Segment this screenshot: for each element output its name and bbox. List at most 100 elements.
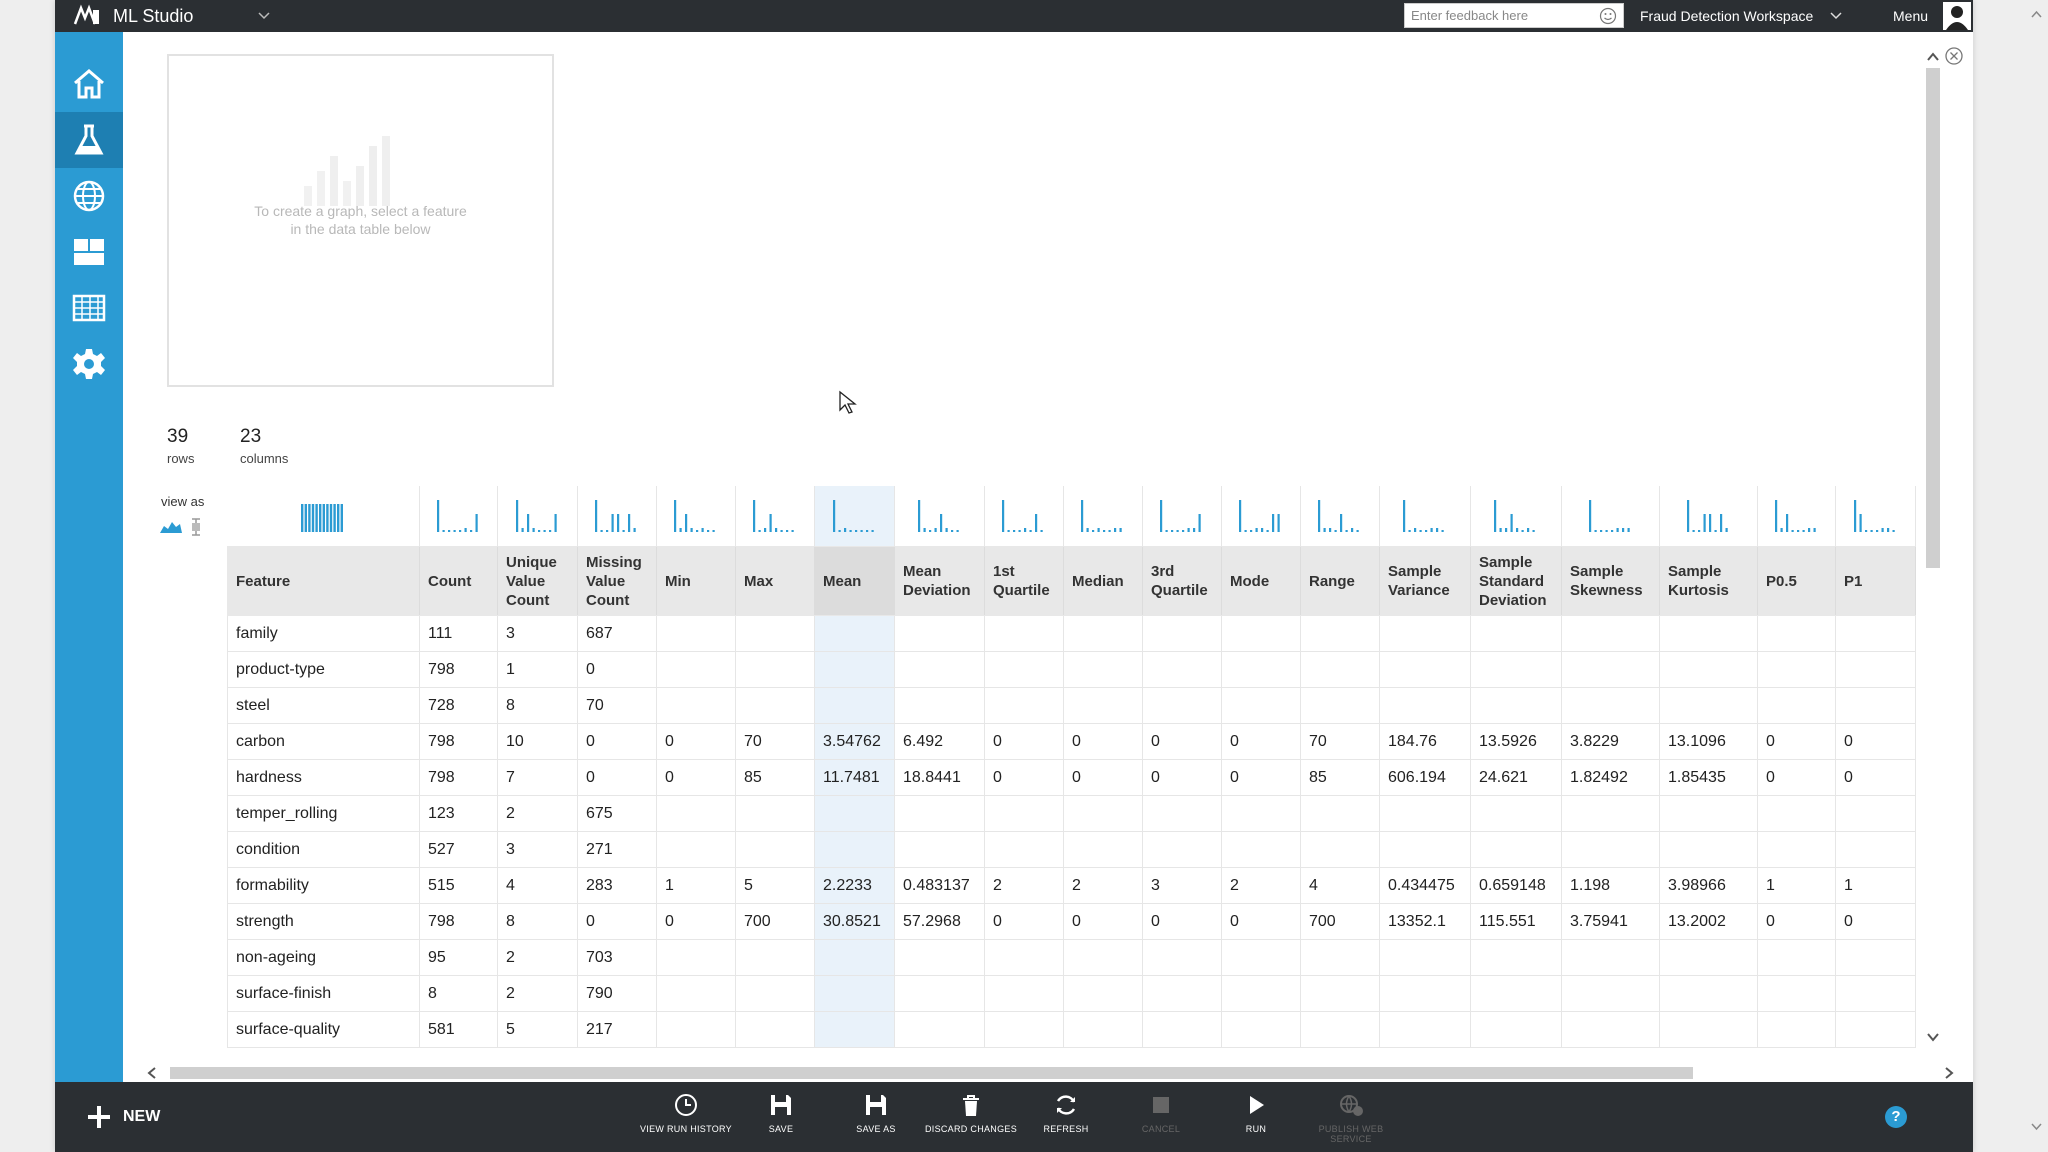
table-cell[interactable]: 0 [1835,723,1916,760]
table-cell[interactable] [1221,795,1301,832]
table-cell[interactable]: 0 [577,903,657,940]
table-cell[interactable] [1470,687,1562,724]
table-cell[interactable]: 1 [656,867,736,904]
table-cell[interactable] [1142,831,1222,868]
scroll-right-icon[interactable] [1942,1066,1956,1080]
column-header[interactable]: 1st Quartile [984,546,1064,616]
table-cell[interactable] [894,795,985,832]
feature-name-cell[interactable]: strength [227,903,420,940]
table-cell[interactable] [1835,939,1916,976]
table-cell[interactable]: 18.8441 [894,759,985,796]
table-cell[interactable]: 798 [419,903,498,940]
table-cell[interactable]: 606.194 [1379,759,1471,796]
table-cell[interactable] [894,939,985,976]
table-cell[interactable] [1063,975,1143,1012]
table-cell[interactable]: 790 [577,975,657,1012]
chevron-down-icon[interactable] [255,6,273,24]
table-cell[interactable] [814,939,895,976]
table-cell[interactable] [1561,975,1660,1012]
table-cell[interactable]: 123 [419,795,498,832]
horizontal-scroll-thumb[interactable] [170,1067,1693,1079]
table-cell[interactable]: 3.8229 [1561,723,1660,760]
table-cell[interactable] [1221,1011,1301,1048]
column-header[interactable]: P0.5 [1757,546,1836,616]
histogram-thumbnail[interactable] [227,486,420,547]
boxplot-view-icon[interactable] [189,518,203,536]
table-cell[interactable] [984,1011,1064,1048]
table-cell[interactable] [1659,651,1758,688]
histogram-thumbnail[interactable] [1063,486,1143,547]
table-cell[interactable] [1063,651,1143,688]
table-cell[interactable] [1300,795,1380,832]
scroll-left-icon[interactable] [145,1066,159,1080]
save-as-button[interactable]: SAVE AS [827,1092,925,1150]
feature-name-cell[interactable]: temper_rolling [227,795,420,832]
table-cell[interactable] [894,651,985,688]
histogram-thumbnail[interactable] [1835,486,1916,547]
feature-name-cell[interactable]: carbon [227,723,420,760]
table-cell[interactable] [735,687,815,724]
table-cell[interactable] [656,939,736,976]
feature-name-cell[interactable]: surface-finish [227,975,420,1012]
table-cell[interactable] [1063,831,1143,868]
histogram-view-icon[interactable] [159,518,183,534]
column-header[interactable]: Missing Value Count [577,546,657,616]
histogram-thumbnail[interactable] [1561,486,1660,547]
ml-studio-logo-icon[interactable] [73,4,101,28]
table-row[interactable]: non-ageing 95 2 703 [227,939,1916,976]
table-cell[interactable]: 8 [497,903,578,940]
table-cell[interactable] [656,795,736,832]
scroll-down-icon[interactable] [2030,1120,2043,1133]
table-cell[interactable]: 57.2968 [894,903,985,940]
table-cell[interactable]: 1.82492 [1561,759,1660,796]
table-cell[interactable] [656,615,736,652]
table-cell[interactable] [1757,687,1836,724]
column-header[interactable]: Count [419,546,498,616]
table-cell[interactable] [894,615,985,652]
table-cell[interactable]: 700 [1300,903,1380,940]
table-cell[interactable] [1300,615,1380,652]
table-cell[interactable]: 13352.1 [1379,903,1471,940]
column-header[interactable]: 3rd Quartile [1142,546,1222,616]
table-cell[interactable] [1470,795,1562,832]
smiley-icon[interactable] [1599,7,1617,25]
table-cell[interactable]: 5 [735,867,815,904]
table-cell[interactable] [1221,939,1301,976]
table-cell[interactable]: 0 [656,759,736,796]
table-cell[interactable] [1470,975,1562,1012]
table-row[interactable]: strength 798 8 0 0 700 30.8521 57.2968 0 0 0 0 700 13… [227,903,1916,940]
column-header[interactable]: Sample Variance [1379,546,1471,616]
table-cell[interactable] [1300,687,1380,724]
table-cell[interactable]: 3.54762 [814,723,895,760]
close-icon[interactable] [1943,45,1965,67]
table-cell[interactable] [984,615,1064,652]
table-cell[interactable]: 0 [1142,903,1222,940]
table-cell[interactable] [894,975,985,1012]
histogram-thumbnail[interactable] [1470,486,1562,547]
table-cell[interactable] [656,831,736,868]
table-cell[interactable]: 0 [1757,723,1836,760]
run-button[interactable]: RUN [1207,1092,1305,1150]
histogram-thumbnail[interactable] [1300,486,1380,547]
table-cell[interactable] [1142,1011,1222,1048]
table-row[interactable]: family 111 3 687 [227,615,1916,652]
table-cell[interactable] [984,651,1064,688]
table-cell[interactable]: 0 [984,759,1064,796]
table-cell[interactable]: 0 [1221,759,1301,796]
table-cell[interactable] [1379,795,1471,832]
avatar[interactable] [1943,2,1971,30]
table-row[interactable]: surface-quality 581 5 217 [227,1011,1916,1048]
table-cell[interactable] [1142,939,1222,976]
vertical-scroll-thumb[interactable] [1926,68,1940,568]
publish-web-service-button[interactable]: PUBLISH WEB SERVICE [1302,1092,1400,1150]
feature-name-cell[interactable]: non-ageing [227,939,420,976]
table-cell[interactable]: 1 [1757,867,1836,904]
table-cell[interactable]: 700 [735,903,815,940]
column-header[interactable]: Range [1300,546,1380,616]
table-cell[interactable]: 0 [1063,903,1143,940]
column-header[interactable]: Sample Standard Deviation [1470,546,1562,616]
table-cell[interactable] [1835,975,1916,1012]
table-cell[interactable]: 0 [656,723,736,760]
table-cell[interactable]: 0 [577,651,657,688]
table-cell[interactable]: 0 [1757,903,1836,940]
